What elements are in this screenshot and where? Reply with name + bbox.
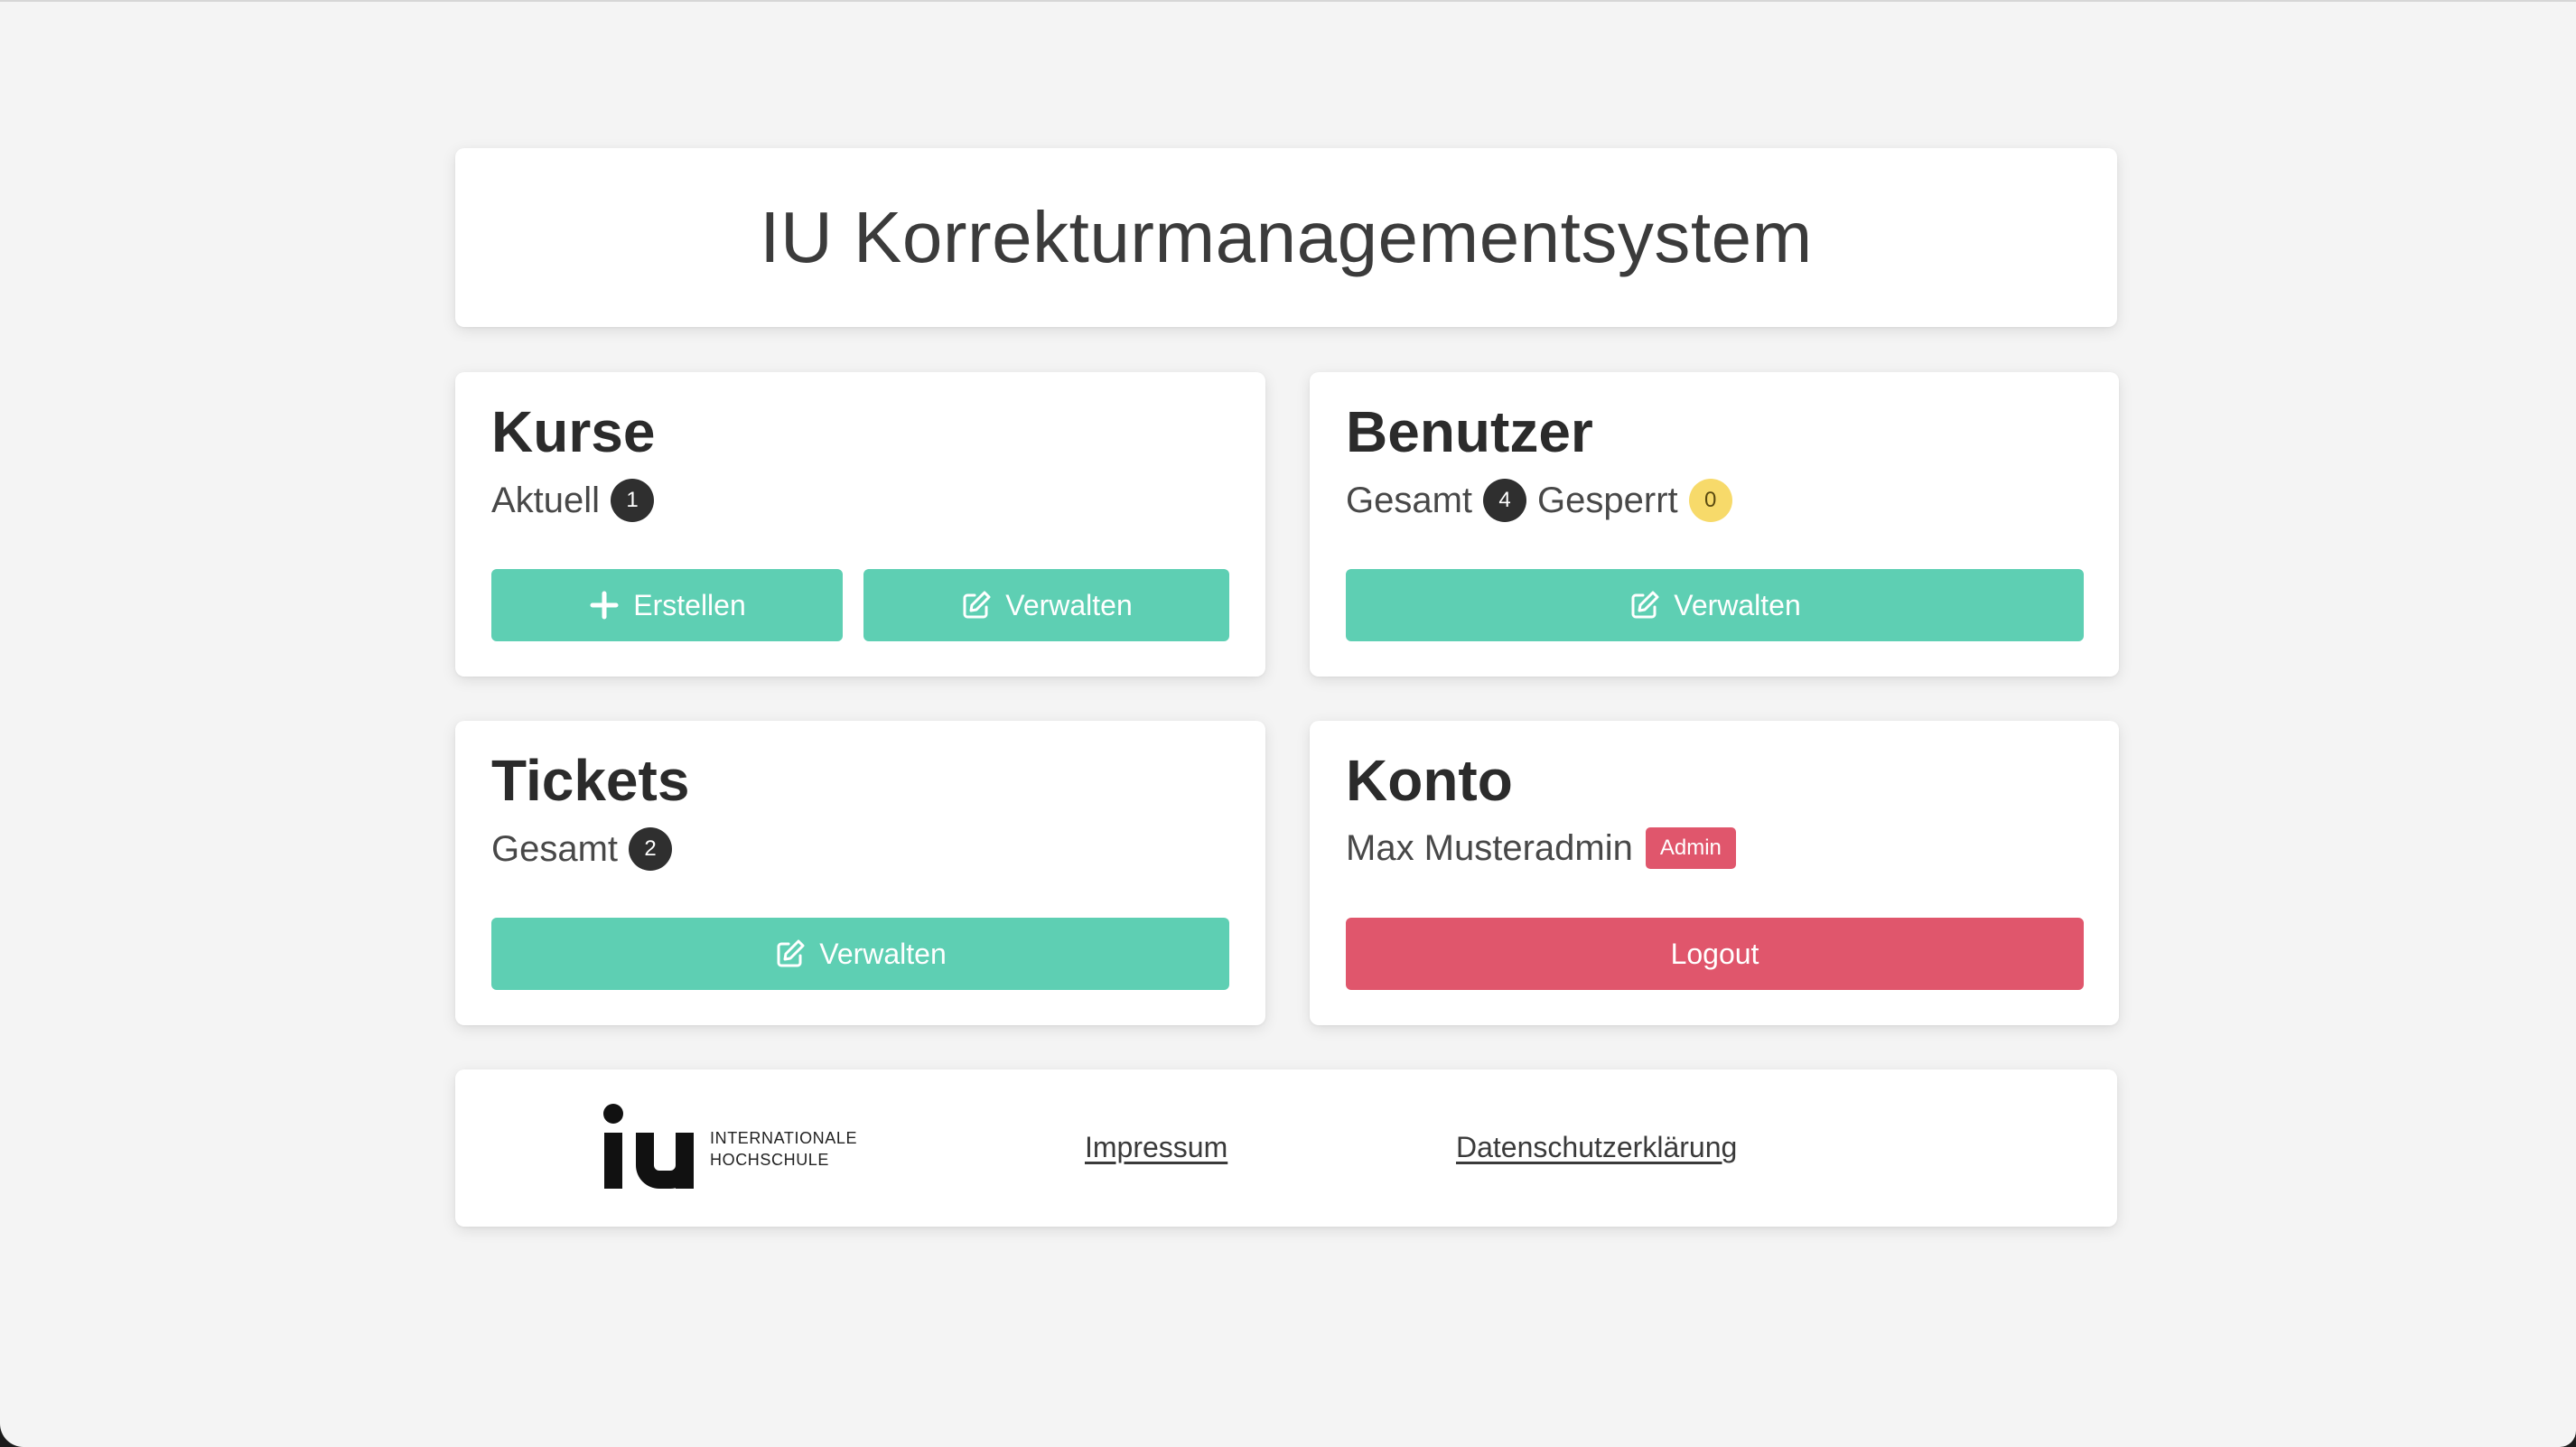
manage-users-button[interactable]: Verwalten	[1346, 569, 2084, 641]
courses-stats: Aktuell 1	[491, 479, 655, 522]
tickets-total-label: Gesamt	[491, 829, 619, 869]
courses-current-count-badge: 1	[611, 479, 655, 522]
header-card: IU Korrekturmanagementsystem	[455, 148, 2117, 327]
iu-logo-text: INTERNATIONALE HOCHSCHULE	[710, 1127, 857, 1171]
iu-logo-mark	[603, 1104, 697, 1190]
privacy-policy-link[interactable]: Datenschutzerklärung	[1456, 1133, 1737, 1162]
users-blocked-label: Gesperrt	[1537, 481, 1678, 520]
manage-users-label: Verwalten	[1674, 588, 1801, 621]
create-course-label: Erstellen	[633, 588, 746, 621]
users-card: Benutzer Gesamt 4 Gesperrt 0 Verwalten	[1310, 372, 2119, 677]
role-badge: Admin	[1645, 827, 1736, 869]
app-window: IU Korrekturmanagementsystem Kurse Aktue…	[0, 0, 2576, 1447]
tickets-card: Tickets Gesamt 2 Verwalten	[455, 721, 1265, 1025]
page-title: IU Korrekturmanagementsystem	[760, 197, 1813, 277]
edit-icon	[960, 589, 993, 621]
users-blocked-count-badge: 0	[1688, 479, 1732, 522]
tickets-title: Tickets	[491, 748, 690, 813]
manage-tickets-label: Verwalten	[819, 937, 947, 970]
edit-icon	[774, 938, 807, 970]
manage-courses-label: Verwalten	[1005, 588, 1133, 621]
users-title: Benutzer	[1346, 399, 1593, 464]
account-user-name: Max Musteradmin	[1346, 828, 1633, 868]
courses-current-label: Aktuell	[491, 481, 601, 520]
account-card: Konto Max Musteradmin Admin Logout	[1310, 721, 2119, 1025]
users-total-label: Gesamt	[1346, 481, 1473, 520]
footer-card: INTERNATIONALE HOCHSCHULE Impressum Date…	[455, 1069, 2117, 1227]
logo-line-1: INTERNATIONALE	[710, 1129, 858, 1147]
logo-line-2: HOCHSCHULE	[710, 1151, 830, 1169]
create-course-button[interactable]: Erstellen	[491, 569, 843, 641]
logout-button[interactable]: Logout	[1346, 918, 2084, 990]
tickets-stats: Gesamt 2	[491, 827, 673, 871]
impressum-link[interactable]: Impressum	[1085, 1133, 1227, 1162]
users-total-count-badge: 4	[1483, 479, 1527, 522]
account-title: Konto	[1346, 748, 1513, 813]
manage-courses-button[interactable]: Verwalten	[863, 569, 1229, 641]
manage-tickets-button[interactable]: Verwalten	[491, 918, 1229, 990]
plus-icon	[588, 589, 621, 621]
account-info: Max Musteradmin Admin	[1346, 827, 1736, 869]
courses-title: Kurse	[491, 399, 656, 464]
edit-icon	[1629, 589, 1661, 621]
tickets-total-count-badge: 2	[629, 827, 673, 871]
courses-card: Kurse Aktuell 1 Erstellen Verwalten	[455, 372, 1265, 677]
logout-label: Logout	[1670, 937, 1759, 970]
users-stats: Gesamt 4 Gesperrt 0	[1346, 479, 1732, 522]
iu-logo: INTERNATIONALE HOCHSCHULE	[603, 1104, 857, 1190]
